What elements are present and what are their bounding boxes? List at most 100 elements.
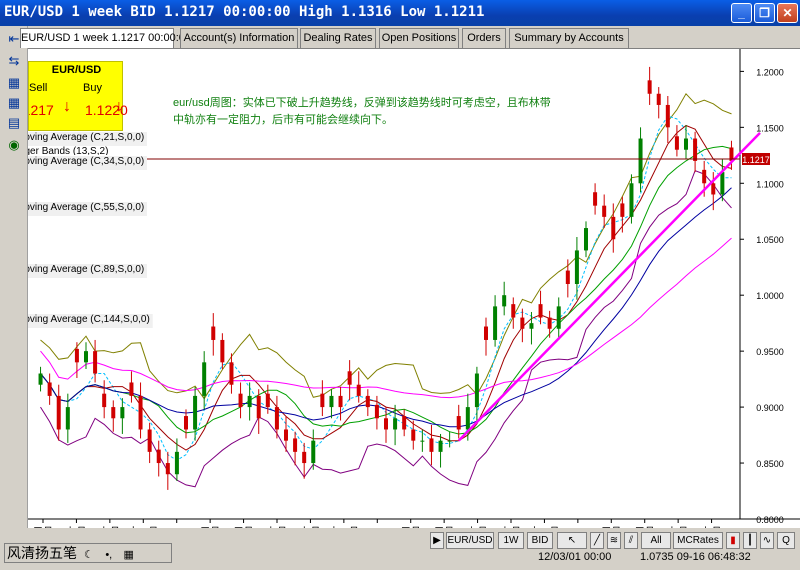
candle-body: [656, 93, 661, 105]
candle-body: [638, 138, 643, 184]
channel-tool-icon[interactable]: ⫽: [624, 532, 638, 549]
target-icon[interactable]: ◉: [4, 136, 24, 154]
symbol-button[interactable]: EUR/USD: [446, 532, 494, 549]
period-button[interactable]: 1W: [498, 532, 524, 549]
line-chart-icon[interactable]: ∿: [760, 532, 774, 549]
candle-body: [438, 440, 443, 452]
candle-body: [284, 429, 288, 441]
y-tick-label: 0.8000: [756, 515, 784, 525]
all-button[interactable]: All: [641, 532, 671, 549]
minimize-button[interactable]: _: [731, 3, 752, 23]
title-bar[interactable]: EUR/USD 1 week BID 1.1217 00:00:00 High …: [0, 0, 800, 26]
candle-body: [547, 317, 552, 329]
candle-body: [329, 395, 334, 408]
candle-body: [184, 416, 188, 430]
candle-chart-icon[interactable]: ▮: [726, 532, 740, 549]
candle-body: [565, 270, 570, 284]
punctuation-icon[interactable]: •,: [101, 546, 117, 564]
play-button[interactable]: ▶: [430, 532, 444, 549]
candle-body: [84, 351, 88, 363]
indicator-ma89[interactable]: Moving Average (C,89,S,0,0): [28, 264, 148, 278]
candle-body: [220, 339, 225, 363]
candle-body: [47, 382, 52, 396]
candle-body: [593, 192, 598, 206]
y-tick-label: 1.1500: [756, 123, 784, 133]
candle-body: [193, 395, 198, 430]
current-price-label: 1.1217: [742, 155, 770, 165]
candle-body: [56, 395, 61, 430]
y-tick-label: 1.2000: [756, 67, 784, 77]
candle-body: [374, 404, 379, 419]
chart-area[interactable]: 1.2000 1.1500 1.1000 1.0500 1.0000 0.9500 0.90…: [27, 49, 800, 544]
candle-body: [665, 104, 670, 128]
candle-body: [174, 451, 179, 475]
candle-body: [556, 306, 561, 329]
candle-body: [429, 438, 434, 452]
keyboard-icon[interactable]: ▦: [121, 546, 137, 564]
q-button[interactable]: Q: [777, 532, 795, 549]
grid-icon[interactable]: ▦: [4, 74, 24, 92]
candle-body: [247, 395, 252, 408]
annotation-line-2: 中轨亦有一定阻力，后市有可能会继续向下。: [173, 114, 393, 126]
close-button[interactable]: ✕: [777, 3, 798, 23]
candle-body: [120, 407, 125, 419]
tab-dealing-rates[interactable]: Dealing Rates: [300, 28, 376, 48]
candle-body: [265, 393, 270, 408]
candle-body: [620, 203, 625, 217]
bid-button[interactable]: BID: [527, 532, 553, 549]
candle-body: [129, 382, 134, 396]
line-tool-icon[interactable]: ╱: [590, 532, 604, 549]
cursor-tool-icon[interactable]: ↖: [557, 532, 587, 549]
candle-body: [584, 228, 588, 251]
ime-name: 风清扬五笔: [7, 545, 77, 561]
fibonacci-tool-icon[interactable]: ≋: [607, 532, 621, 549]
candle-body: [302, 451, 307, 464]
sell-down-arrow-icon: ↓: [63, 98, 71, 115]
candle-body: [111, 407, 116, 419]
candle-body: [602, 205, 607, 217]
candle-body: [393, 418, 398, 430]
grid-alt-icon[interactable]: ▦: [4, 94, 24, 112]
candle-body: [629, 183, 634, 217]
candle-body: [229, 362, 234, 385]
bar-chart-icon[interactable]: ┃: [743, 532, 757, 549]
status-bar: 风清扬五笔 ☾ •, ▦ ▶ EUR/USD 1W BID ↖ ╱ ≋ ⫽ Al…: [0, 528, 800, 570]
indicator-ma34[interactable]: Moving Average (C,34,S,0,0): [28, 156, 148, 170]
indicator-ma55[interactable]: Moving Average (C,55,S,0,0): [28, 202, 148, 216]
candle-body: [293, 438, 298, 452]
candle-body: [102, 393, 107, 408]
sell-label: Sell: [29, 82, 48, 94]
indicator-ma21[interactable]: Moving Average (C,21,S,0,0): [28, 132, 148, 146]
buy-down-arrow-icon: ↓: [115, 98, 123, 115]
tab-orders[interactable]: Orders: [462, 28, 506, 48]
analysis-annotation: eur/usd周图：实体已下破上升趋势线，反弹到该趋势线时可考虑空，且布林带 中…: [173, 95, 603, 129]
mcrates-button[interactable]: MCRates: [673, 532, 723, 549]
y-tick-label: 0.8500: [756, 459, 784, 469]
tab-account-information[interactable]: Account(s) Information: [180, 28, 298, 48]
ime-toolbar[interactable]: 风清扬五笔 ☾ •, ▦: [4, 543, 172, 563]
tab-open-positions[interactable]: Open Positions: [379, 28, 459, 48]
status-price: 1.0735 09-16 06:48:32: [640, 551, 751, 563]
candle-body: [502, 295, 507, 307]
moon-icon[interactable]: ☾: [81, 546, 97, 564]
candle-body: [420, 440, 425, 442]
ma55-line: [40, 145, 732, 435]
candle-body: [138, 395, 143, 430]
tab-summary-by-accounts[interactable]: Summary by Accounts: [509, 28, 629, 48]
quote-box[interactable]: EUR/USD Sell Buy 1.1217 ↓ 1.1220 ↓: [28, 61, 128, 131]
y-tick-label: 1.1000: [756, 179, 784, 189]
grid-small-icon[interactable]: ▤: [4, 114, 24, 132]
maximize-button[interactable]: ❐: [754, 3, 775, 23]
swap-icon[interactable]: ⇆: [4, 52, 24, 70]
app-window: EUR/USD 1 week BID 1.1217 00:00:00 High …: [0, 0, 800, 570]
status-time: 12/03/01 00:00: [538, 551, 612, 563]
candle-body: [274, 407, 279, 430]
candle-body: [711, 183, 716, 195]
indicator-ma144[interactable]: Moving Average (C,144,S,0,0): [27, 314, 153, 328]
y-tick-label: 1.0500: [756, 235, 784, 245]
tab-chart[interactable]: EUR/USD 1 week 1.1217 00:00:00: [20, 28, 191, 48]
candle-body: [256, 395, 261, 419]
candle-body: [574, 250, 579, 284]
candle-body: [474, 373, 479, 408]
candle-body: [74, 348, 79, 363]
